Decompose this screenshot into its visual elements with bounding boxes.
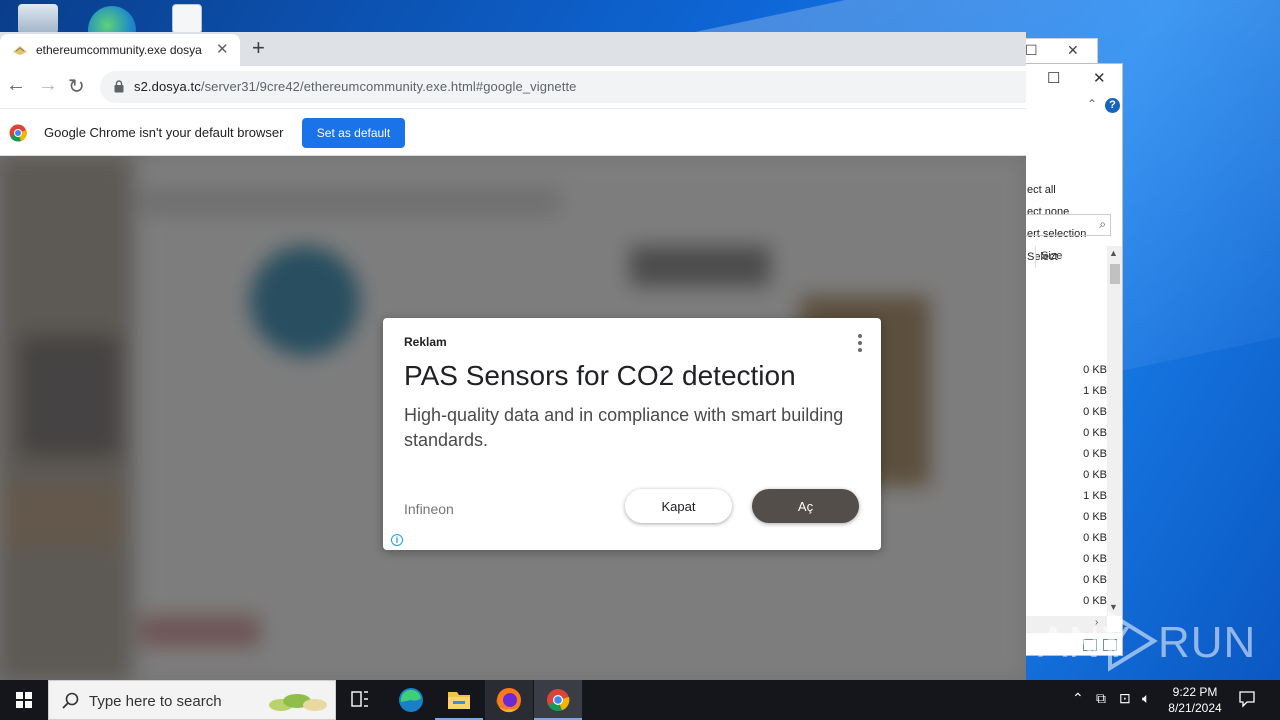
show-hidden-icons-icon[interactable]: ⌃ — [1072, 690, 1084, 707]
file-size: 0 KB — [1083, 553, 1107, 565]
task-view-button[interactable] — [336, 680, 384, 720]
file-size-list: 0 KB 1 KB 0 KB 0 KB 0 KB 0 KB 1 KB 0 KB … — [1051, 362, 1107, 614]
notifications-icon[interactable] — [1238, 690, 1256, 708]
file-desktop-icon[interactable] — [172, 4, 202, 34]
explorer-window[interactable]: ☐ ✕ ⌃ ? ect all ect none ert selection S… — [1010, 63, 1123, 656]
infobar-message: Google Chrome isn't your default browser — [44, 125, 284, 140]
file-size: 1 KB — [1083, 490, 1107, 502]
maximize-icon[interactable]: ☐ — [1047, 69, 1060, 87]
url-text[interactable]: s2.dosya.tc/server31/9cre42/ethereumcomm… — [134, 79, 577, 94]
ad-info-icon[interactable]: i — [391, 534, 403, 546]
recycle-bin-icon[interactable] — [18, 4, 58, 34]
volume-icon[interactable]: 🔈︎ — [1142, 690, 1150, 707]
chrome-logo-icon — [9, 124, 27, 142]
scroll-up-icon[interactable]: ▲ — [1109, 248, 1118, 258]
search-icon: ⌕ — [1099, 217, 1106, 231]
maximize-icon[interactable]: ☐ — [1025, 42, 1038, 59]
close-icon[interactable]: ✕ — [1093, 69, 1106, 87]
ribbon-item-select-all[interactable]: ect all — [1027, 184, 1056, 196]
file-size: 0 KB — [1083, 469, 1107, 481]
firefox-icon — [496, 688, 521, 713]
default-browser-infobar: Google Chrome isn't your default browser… — [0, 108, 1026, 156]
taskbar: Type here to search ⌃ ⧉ ⊡ 🔈︎ 9:22 PM 8/2… — [0, 680, 1280, 720]
search-highlight-icon — [269, 694, 327, 711]
system-clock[interactable]: 9:22 PM 8/21/2024 — [1160, 684, 1230, 716]
taskbar-file-explorer-button[interactable] — [435, 680, 483, 720]
ad-advertiser[interactable]: Infineon — [404, 501, 454, 517]
close-tab-icon[interactable]: ✕ — [216, 40, 229, 58]
forward-icon[interactable]: → — [38, 74, 58, 97]
vignette-ad-dialog[interactable]: Reklam PAS Sensors for CO2 detection Hig… — [383, 318, 881, 550]
tab-active[interactable]: ethereumcommunity.exe dosya ✕ — [0, 34, 240, 66]
set-as-default-button[interactable]: Set as default — [302, 118, 405, 148]
taskbar-edge-button[interactable] — [387, 680, 435, 720]
taskbar-firefox-button[interactable] — [485, 680, 533, 720]
more-options-icon[interactable] — [855, 334, 865, 352]
help-icon[interactable]: ? — [1105, 98, 1120, 113]
ad-description: High-quality data and in compliance with… — [404, 405, 844, 450]
tab-title: ethereumcommunity.exe dosya — [36, 43, 202, 57]
folder-icon — [448, 692, 470, 709]
tab-strip: ethereumcommunity.exe dosya ✕ + — [0, 32, 1026, 66]
back-icon[interactable]: ← — [6, 74, 26, 97]
url-path: /server31/9cre42/ethereumcommunity.exe.h… — [200, 79, 577, 94]
edge-icon — [399, 688, 423, 712]
file-size: 0 KB — [1083, 511, 1107, 523]
close-icon[interactable]: ✕ — [1067, 42, 1079, 59]
ad-label: Reklam — [404, 335, 447, 349]
taskbar-search-box[interactable]: Type here to search — [48, 680, 336, 720]
clock-date: 8/21/2024 — [1168, 701, 1222, 715]
file-size: 0 KB — [1083, 427, 1107, 439]
anyrun-watermark: ANY RUN — [1038, 608, 1255, 678]
play-logo-icon — [1108, 610, 1158, 672]
browser-toolbar: ← → ↻ s2.dosya.tc/server31/9cre42/ethere… — [0, 66, 1026, 108]
device-icon[interactable]: ⧉ — [1096, 690, 1106, 707]
start-button[interactable] — [0, 680, 48, 720]
new-tab-icon[interactable]: + — [252, 35, 265, 61]
column-divider[interactable] — [1035, 246, 1036, 268]
scrollbar-thumb[interactable] — [1110, 264, 1120, 284]
chrome-icon — [547, 689, 570, 712]
windows-logo-icon — [16, 692, 32, 708]
search-placeholder: Type here to search — [89, 693, 222, 710]
file-size: 0 KB — [1083, 532, 1107, 544]
reload-icon[interactable]: ↻ — [68, 74, 85, 99]
ad-headline[interactable]: PAS Sensors for CO2 detection — [404, 360, 796, 392]
file-size: 0 KB — [1083, 406, 1107, 418]
lock-icon[interactable] — [114, 80, 124, 93]
file-size: 1 KB — [1083, 385, 1107, 397]
address-bar[interactable]: s2.dosya.tc/server31/9cre42/ethereumcomm… — [100, 71, 1026, 103]
file-size: 0 KB — [1083, 574, 1107, 586]
column-header-size[interactable]: Size — [1041, 250, 1062, 262]
ad-open-button[interactable]: Aç — [752, 489, 859, 523]
file-size: 0 KB — [1083, 364, 1107, 376]
url-host: s2.dosya.tc — [134, 79, 201, 94]
vertical-scrollbar[interactable]: ▲ ▼ — [1107, 246, 1122, 616]
clock-time: 9:22 PM — [1172, 685, 1218, 699]
network-icon[interactable]: ⊡ — [1119, 690, 1131, 707]
collapse-ribbon-icon[interactable]: ⌃ — [1087, 97, 1097, 111]
ad-close-button[interactable]: Kapat — [625, 489, 732, 523]
explorer-search-input[interactable]: ⌕ — [1025, 214, 1111, 236]
search-icon — [62, 692, 79, 709]
taskbar-chrome-button[interactable] — [534, 680, 582, 720]
file-size: 0 KB — [1083, 448, 1107, 460]
watermark-text-right: RUN — [1158, 618, 1257, 667]
task-view-icon — [351, 691, 368, 707]
site-favicon-icon — [13, 46, 27, 55]
